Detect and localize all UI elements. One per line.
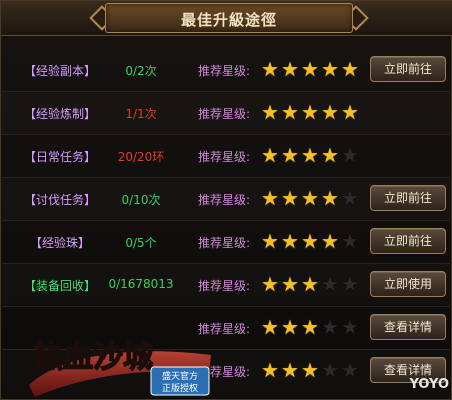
star-filled-icon: ★: [301, 315, 319, 339]
rec-label: 推荐星级:: [198, 64, 251, 78]
star-filled-icon: ★: [341, 100, 359, 124]
star-filled-icon: ★: [321, 100, 339, 124]
star-filled-icon: ★: [281, 186, 299, 210]
title-plate: 最佳升級途徑: [105, 3, 353, 33]
star-filled-icon: ★: [281, 143, 299, 167]
table-row: 【经验副本】 0/2次 推荐星级: ★ ★ ★ ★ ★ 立即前往: [2, 49, 452, 92]
star-filled-icon: ★: [281, 272, 299, 296]
star-empty-icon: ★: [341, 315, 359, 339]
star-filled-icon: ★: [261, 100, 279, 124]
star-filled-icon: ★: [261, 315, 279, 339]
star-filled-icon: ★: [301, 100, 319, 124]
use-button[interactable]: 立即使用: [370, 271, 446, 297]
star-filled-icon: ★: [281, 358, 299, 382]
star-empty-icon: ★: [341, 229, 359, 253]
row-progress: 0/1678013: [108, 277, 174, 291]
star-filled-icon: ★: [261, 143, 279, 167]
star-empty-icon: ★: [341, 186, 359, 210]
star-filled-icon: ★: [281, 57, 299, 81]
row-progress: 1/1次: [125, 107, 157, 121]
row-name: 【日常任务】: [23, 150, 96, 164]
row-name: 【经验炼制】: [23, 107, 96, 121]
star-rating: ★ ★ ★ ★ ★: [260, 188, 360, 208]
star-filled-icon: ★: [301, 358, 319, 382]
star-empty-icon: ★: [321, 358, 339, 382]
rec-label: 推荐星级:: [198, 107, 251, 121]
go-button[interactable]: 立即前往: [370, 185, 446, 211]
star-filled-icon: ★: [321, 143, 339, 167]
star-filled-icon: ★: [321, 57, 339, 81]
star-filled-icon: ★: [281, 315, 299, 339]
panel-title: 最佳升級途徑: [180, 11, 277, 29]
star-rating: ★ ★ ★ ★ ★: [260, 145, 360, 165]
star-rating: ★ ★ ★ ★ ★: [260, 360, 360, 380]
star-filled-icon: ★: [281, 229, 299, 253]
row-progress: 20/20环: [117, 150, 165, 164]
rec-label: 推荐星级:: [198, 279, 251, 293]
star-empty-icon: ★: [341, 272, 359, 296]
star-filled-icon: ★: [301, 229, 319, 253]
upgrade-panel: 最佳升級途徑 【经验副本】 0/2次 推荐星级: ★ ★ ★ ★ ★ 立即前往 【经验炼…: [0, 0, 452, 400]
star-rating: ★ ★ ★ ★ ★: [260, 274, 360, 294]
row-progress: 0/10次: [121, 193, 161, 207]
star-filled-icon: ★: [301, 272, 319, 296]
rec-label: 推荐星级:: [198, 236, 251, 250]
star-filled-icon: ★: [321, 186, 339, 210]
table-row: 【讨伐任务】 0/10次 推荐星级: ★ ★ ★ ★ ★ 立即前往: [2, 178, 452, 221]
star-filled-icon: ★: [301, 186, 319, 210]
star-filled-icon: ★: [261, 57, 279, 81]
watermark: YOYO: [409, 377, 449, 392]
star-filled-icon: ★: [261, 229, 279, 253]
table-row: 【装备回收】 0/1678013 推荐星级: ★ ★ ★ ★ ★ 立即使用: [2, 264, 452, 307]
svg-text:正版授权: 正版授权: [162, 382, 198, 394]
star-empty-icon: ★: [341, 358, 359, 382]
star-empty-icon: ★: [341, 143, 359, 167]
title-bar: 最佳升級途徑: [1, 1, 452, 36]
details-button[interactable]: 查看详情: [370, 314, 446, 340]
star-filled-icon: ★: [281, 100, 299, 124]
star-rating: ★ ★ ★ ★ ★: [260, 231, 360, 251]
row-name: 【经验珠】: [29, 236, 90, 250]
go-button[interactable]: 立即前往: [370, 56, 446, 82]
star-empty-icon: ★: [321, 315, 339, 339]
rec-label: 推荐星级:: [198, 193, 251, 207]
star-filled-icon: ★: [301, 143, 319, 167]
rec-label: 推荐星级:: [198, 150, 251, 164]
table-row: 【经验炼制】 1/1次 推荐星级: ★ ★ ★ ★ ★: [2, 92, 452, 135]
row-progress: 0/5个: [125, 236, 157, 250]
star-rating: ★ ★ ★ ★ ★: [260, 102, 360, 122]
row-name: 【装备回收】: [23, 279, 96, 293]
row-progress: 0/2次: [125, 64, 157, 78]
table-row: 【经验珠】 0/5个 推荐星级: ★ ★ ★ ★ ★ 立即前往: [2, 221, 452, 264]
game-logo: 热血沙城 盛天官方 正版授权: [29, 339, 211, 397]
star-empty-icon: ★: [321, 272, 339, 296]
svg-text:盛天官方: 盛天官方: [162, 370, 198, 382]
star-filled-icon: ★: [261, 186, 279, 210]
star-filled-icon: ★: [261, 358, 279, 382]
star-filled-icon: ★: [321, 229, 339, 253]
row-name: 【讨伐任务】: [23, 193, 96, 207]
logo-text: 热血沙城: [33, 340, 153, 375]
star-rating: ★ ★ ★ ★ ★: [260, 59, 360, 79]
star-rating: ★ ★ ★ ★ ★: [260, 317, 360, 337]
star-filled-icon: ★: [341, 57, 359, 81]
row-name: 【经验副本】: [23, 64, 96, 78]
star-filled-icon: ★: [261, 272, 279, 296]
go-button[interactable]: 立即前往: [370, 228, 446, 254]
table-row: 【日常任务】 20/20环 推荐星级: ★ ★ ★ ★ ★: [2, 135, 452, 178]
star-filled-icon: ★: [301, 57, 319, 81]
